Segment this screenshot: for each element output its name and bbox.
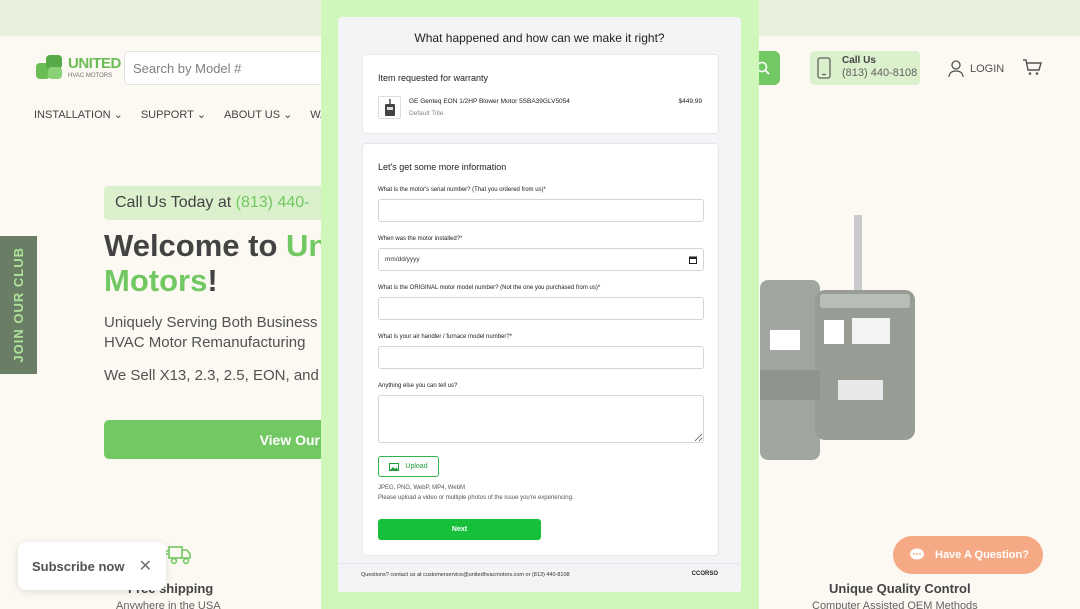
- upload-file-types: JPEG, PNG, WebP, MP4, WebM: [378, 485, 466, 491]
- corso-logo: CCORSO: [691, 571, 718, 577]
- info-form-card: Let's get some more information What is …: [362, 143, 719, 556]
- install-date-label: When was the motor installed?*: [378, 236, 463, 242]
- image-icon: [389, 462, 400, 471]
- install-date-placeholder: mm/dd/yyyy: [385, 256, 420, 263]
- upload-hint: Please upload a video or multiple photos…: [378, 495, 574, 501]
- item-name: GE Genteq EON 1/2HP Blower Motor 5SBA39G…: [409, 98, 570, 105]
- original-model-label: What is the ORIGINAL motor model number?…: [378, 285, 601, 291]
- serial-number-label: What is the motor's serial number? (That…: [378, 187, 546, 193]
- air-handler-label: What is your air handler / furnace model…: [378, 334, 513, 340]
- anything-else-label: Anything else you can tell us?: [378, 383, 458, 389]
- install-date-input[interactable]: mm/dd/yyyy: [378, 248, 704, 271]
- upload-button[interactable]: Upload: [378, 456, 439, 477]
- warranty-item-card: Item requested for warranty GE Genteq EO…: [362, 54, 719, 134]
- item-variant: Default Title: [409, 110, 444, 117]
- item-price: $449.99: [678, 98, 703, 105]
- modal-title: What happened and how can we make it rig…: [414, 31, 665, 45]
- calendar-icon[interactable]: [689, 256, 697, 264]
- item-card-header: Item requested for warranty: [378, 73, 489, 83]
- original-model-input[interactable]: [378, 297, 704, 320]
- footer-contact[interactable]: Questions? contact us at customerservice…: [361, 572, 570, 578]
- serial-number-input[interactable]: [378, 199, 704, 222]
- air-handler-input[interactable]: [378, 346, 704, 369]
- form-header: Let's get some more information: [378, 162, 507, 172]
- product-thumbnail: [378, 96, 401, 119]
- footer-divider: [338, 563, 741, 564]
- anything-else-textarea[interactable]: [378, 395, 704, 443]
- next-button[interactable]: Next: [378, 519, 541, 540]
- warranty-modal: What happened and how can we make it rig…: [338, 17, 741, 592]
